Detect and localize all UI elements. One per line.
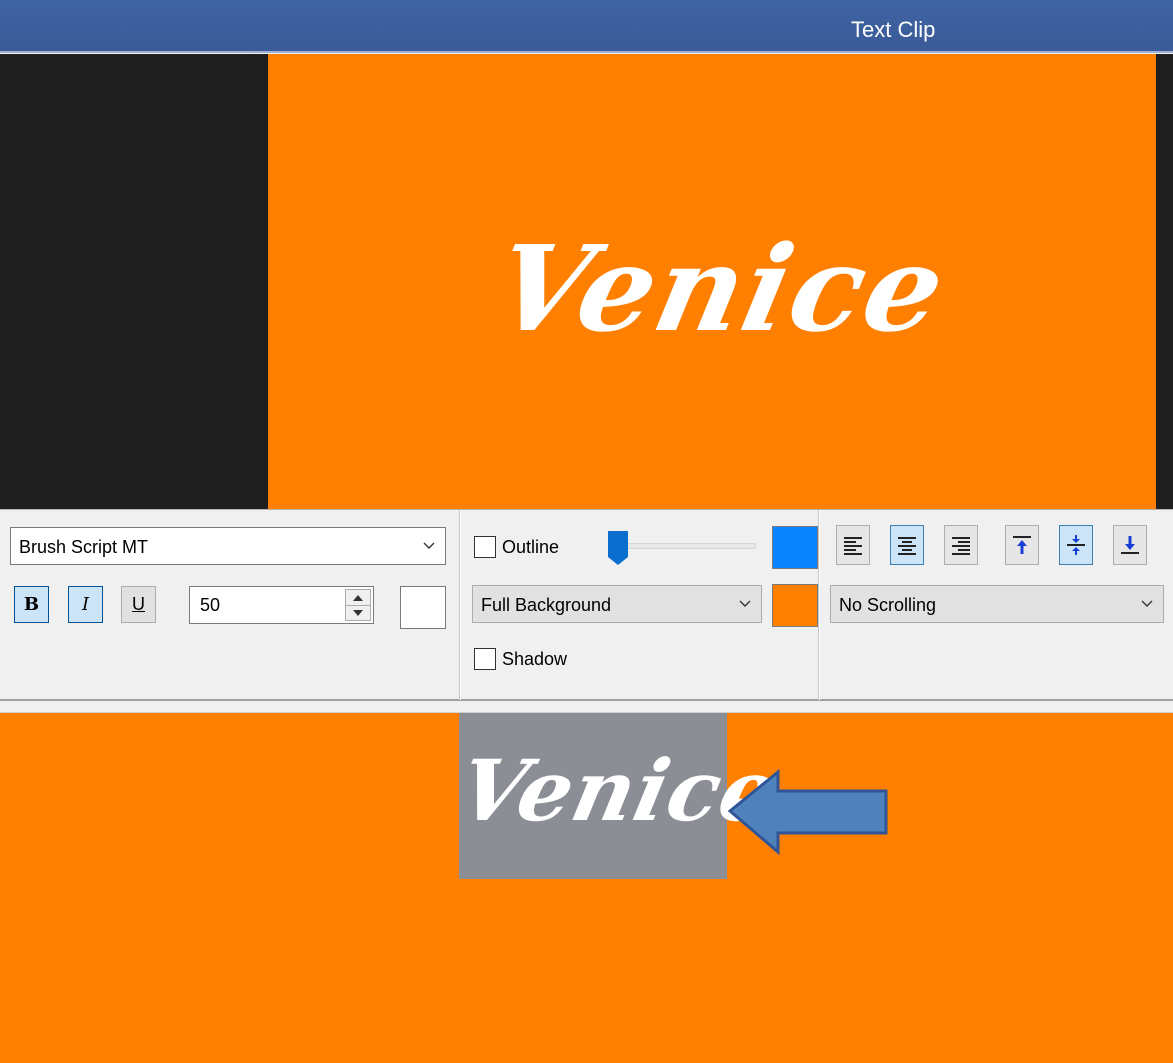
outline-color-swatch[interactable] — [772, 526, 818, 569]
checkbox-box[interactable] — [474, 648, 496, 670]
align-left-button[interactable] — [836, 525, 870, 565]
slider-thumb[interactable] — [606, 529, 630, 567]
divider — [459, 510, 461, 700]
text-canvas[interactable]: Venice — [0, 712, 1173, 1063]
left-arrow-icon — [728, 769, 888, 856]
shadow-checkbox[interactable]: Shadow — [474, 645, 567, 673]
outline-label: Outline — [502, 536, 560, 557]
scrolling-mode-select[interactable]: No Scrolling — [830, 585, 1164, 623]
spin-up-icon[interactable] — [346, 590, 370, 605]
checkbox-box[interactable] — [474, 536, 496, 558]
slider-track[interactable] — [616, 543, 756, 549]
background-mode-select[interactable]: Full Background — [472, 585, 762, 623]
font-size-stepper[interactable]: 50 — [189, 586, 374, 624]
align-left-icon — [844, 537, 862, 555]
align-center-icon — [898, 537, 916, 555]
align-top-button[interactable] — [1005, 525, 1039, 565]
spin-down-icon[interactable] — [346, 605, 370, 620]
font-family-select[interactable]: Brush Script MT — [10, 527, 446, 565]
outline-checkbox[interactable]: Outline — [474, 533, 559, 561]
chevron-down-icon — [739, 597, 751, 609]
shadow-label: Shadow — [502, 648, 568, 669]
align-middle-button[interactable] — [1059, 525, 1093, 565]
chevron-down-icon — [423, 539, 435, 551]
font-family-value: Brush Script MT — [19, 537, 149, 557]
align-right-button[interactable] — [944, 525, 978, 565]
align-right-icon — [952, 537, 970, 555]
window-title: Text Clip — [851, 17, 936, 42]
align-bottom-button[interactable] — [1113, 525, 1147, 565]
spinner-arrows[interactable] — [345, 589, 371, 621]
scrolling-mode-value: No Scrolling — [839, 595, 937, 615]
align-bottom-icon — [1121, 536, 1139, 554]
outline-width-slider[interactable] — [606, 527, 758, 567]
background-color-swatch[interactable] — [772, 584, 818, 627]
underline-button[interactable]: U — [121, 586, 156, 623]
font-size-value: 50 — [200, 595, 221, 615]
italic-button[interactable]: I — [68, 586, 103, 623]
background-mode-value: Full Background — [481, 595, 612, 615]
preview-frame: Venice — [268, 54, 1156, 509]
align-middle-icon — [1067, 535, 1085, 555]
bold-button[interactable]: B — [14, 586, 49, 623]
align-center-button[interactable] — [890, 525, 924, 565]
align-top-icon — [1013, 536, 1031, 554]
preview-text: Venice — [483, 219, 959, 358]
preview-panel: Venice — [0, 54, 1173, 509]
divider — [818, 510, 820, 700]
text-color-swatch[interactable] — [400, 586, 446, 629]
chevron-down-icon — [1141, 597, 1153, 609]
title-bar: Text Clip — [0, 0, 1173, 53]
